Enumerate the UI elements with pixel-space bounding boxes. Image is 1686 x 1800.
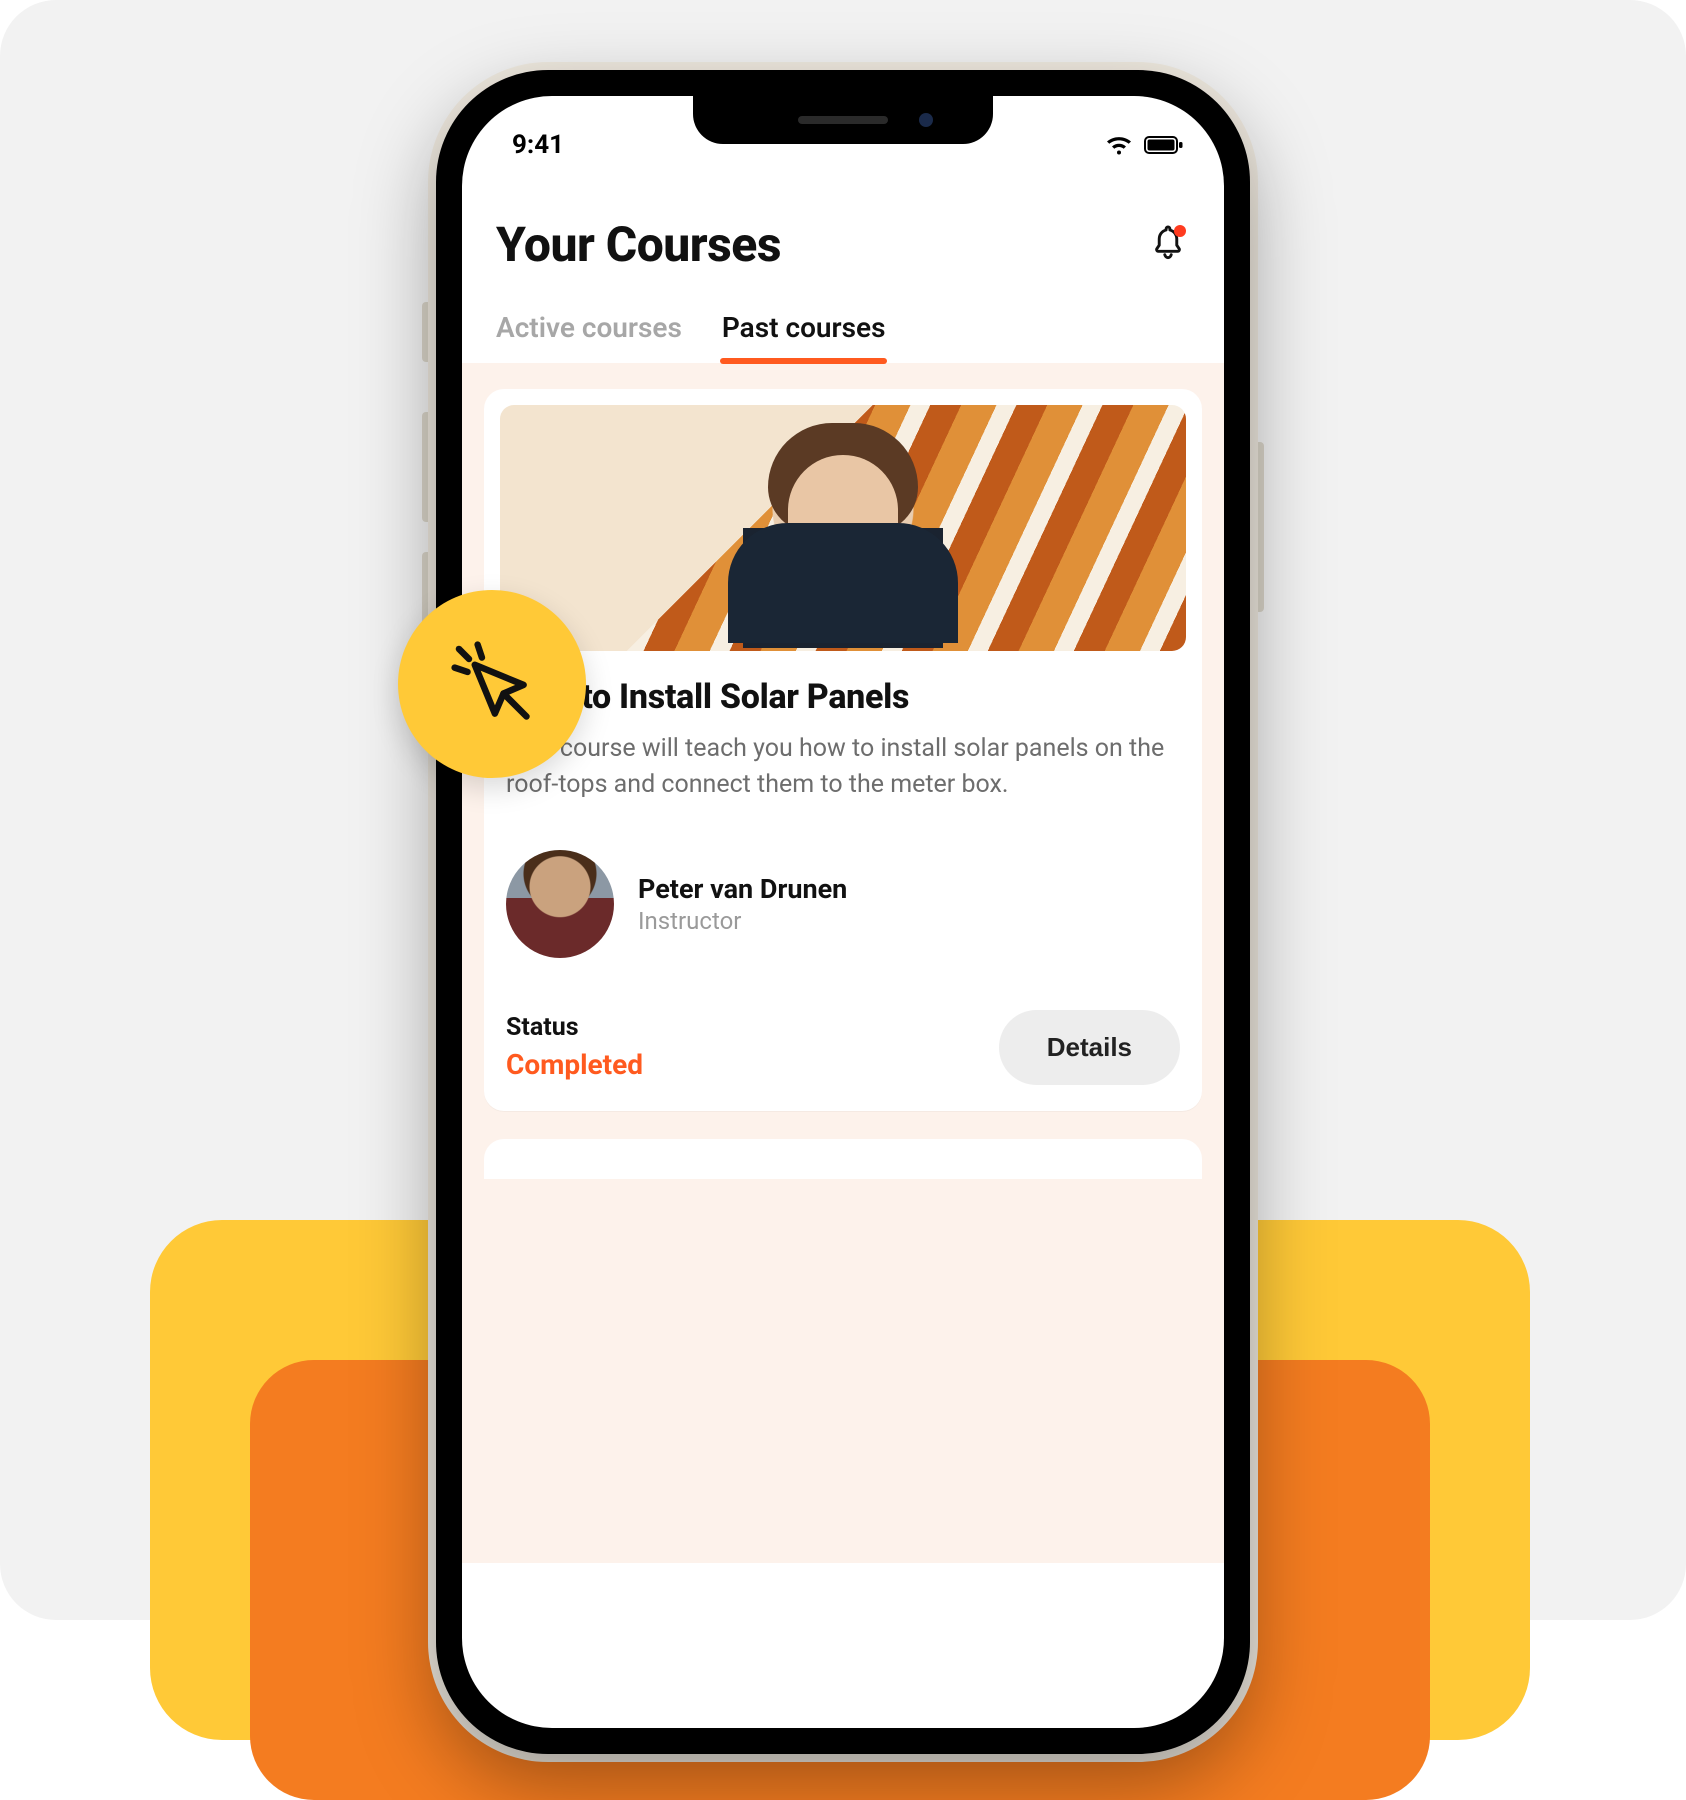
stage: 9:41 <box>0 0 1686 1620</box>
phone-front-camera <box>919 113 933 127</box>
phone-screen: 9:41 <box>462 96 1224 1728</box>
status-icons <box>1104 134 1184 156</box>
thumbnail-person <box>758 423 928 623</box>
instructor-avatar <box>506 850 614 958</box>
wifi-icon <box>1104 134 1134 156</box>
phone-frame: 9:41 <box>436 70 1250 1754</box>
course-title: How to Install Solar Panels <box>506 677 1180 717</box>
tab-past-courses[interactable]: Past courses <box>722 297 886 362</box>
content-area: How to Install Solar Panels This course … <box>462 363 1224 1563</box>
tab-active-courses[interactable]: Active courses <box>496 297 682 362</box>
cursor-click-icon <box>446 636 538 732</box>
notifications-button[interactable] <box>1146 223 1190 267</box>
course-thumbnail <box>500 405 1186 651</box>
status-row: Status Completed Details <box>506 1010 1180 1085</box>
app-header: Your Courses <box>462 176 1224 297</box>
battery-icon <box>1144 135 1184 155</box>
status-block: Status Completed <box>506 1013 643 1081</box>
phone-mockup: 9:41 <box>428 62 1258 1762</box>
instructor-row: Peter van Drunen Instructor <box>506 850 1180 958</box>
course-description: This course will teach you how to instal… <box>506 731 1180 804</box>
instructor-role: Instructor <box>638 907 847 935</box>
notification-dot <box>1174 225 1186 237</box>
course-card[interactable]: How to Install Solar Panels This course … <box>484 389 1202 1111</box>
tabs: Active courses Past courses <box>462 297 1224 363</box>
page-title: Your Courses <box>496 216 781 273</box>
instructor-text: Peter van Drunen Instructor <box>638 873 847 935</box>
instructor-name: Peter van Drunen <box>638 873 847 905</box>
click-cursor-badge <box>398 590 586 778</box>
phone-notch <box>693 96 993 144</box>
status-time: 9:41 <box>512 130 564 160</box>
status-value: Completed <box>506 1048 643 1081</box>
details-button[interactable]: Details <box>999 1010 1180 1085</box>
phone-speaker <box>798 116 888 124</box>
next-course-card-peek <box>484 1139 1202 1179</box>
status-label: Status <box>506 1013 643 1042</box>
